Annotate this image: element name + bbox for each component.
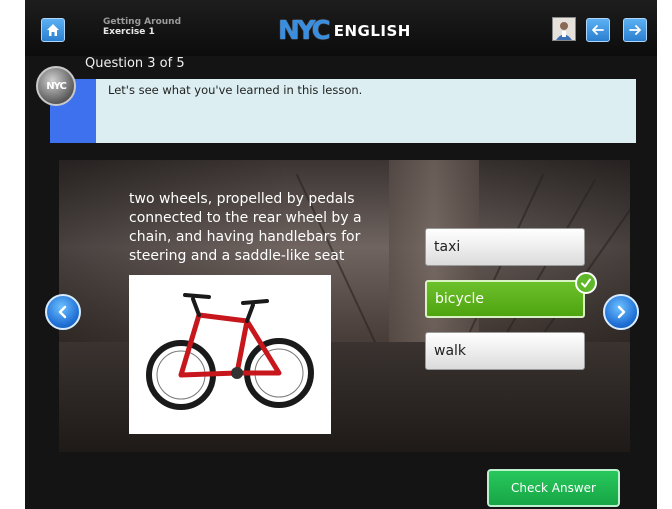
back-button[interactable] xyxy=(586,18,610,42)
choice-bicycle[interactable]: bicycle xyxy=(425,280,585,318)
breadcrumb: Getting Around Exercise 1 xyxy=(103,17,181,37)
lesson-title: Getting Around xyxy=(103,17,182,27)
choice-taxi[interactable]: taxi xyxy=(425,228,585,266)
bicycle-image xyxy=(129,275,331,434)
question-counter: Question 3 of 5 xyxy=(85,56,185,71)
previous-question-button[interactable] xyxy=(45,294,81,330)
badge-label: NYC xyxy=(46,80,67,92)
exercise-title: Exercise 1 xyxy=(103,27,155,37)
check-answer-button[interactable]: Check Answer xyxy=(487,469,620,507)
arrow-right-icon xyxy=(629,25,641,35)
chevron-right-icon xyxy=(617,305,626,319)
checkmark-icon xyxy=(581,278,591,288)
next-question-button[interactable] xyxy=(603,294,639,330)
chevron-left-icon xyxy=(58,305,67,319)
nyc-badge: NYC xyxy=(36,66,76,106)
profile-button[interactable] xyxy=(552,17,576,41)
choice-walk[interactable]: walk xyxy=(425,332,585,370)
logo-word: ENGLISH xyxy=(333,22,411,40)
home-button[interactable] xyxy=(41,18,65,42)
profile-icon xyxy=(553,18,575,40)
logo-mark: NYC xyxy=(278,16,331,46)
instruction-text: Let's see what you've learned in this le… xyxy=(108,83,363,97)
top-bar: Getting Around Exercise 1 NYC ENGLISH xyxy=(25,0,657,56)
home-icon xyxy=(47,24,59,36)
clue-text: two wheels, propelled by pedals connecte… xyxy=(129,191,362,264)
bicycle-illustration xyxy=(146,293,314,410)
instruction-panel: Let's see what you've learned in this le… xyxy=(50,79,636,143)
app-window: Getting Around Exercise 1 NYC ENGLISH Qu… xyxy=(25,0,657,509)
forward-button[interactable] xyxy=(623,18,647,42)
selected-check-badge xyxy=(575,272,597,294)
question-stage: two wheels, propelled by pedals connecte… xyxy=(59,160,630,452)
arrow-left-icon xyxy=(592,25,604,35)
app-logo: NYC ENGLISH xyxy=(278,16,411,46)
